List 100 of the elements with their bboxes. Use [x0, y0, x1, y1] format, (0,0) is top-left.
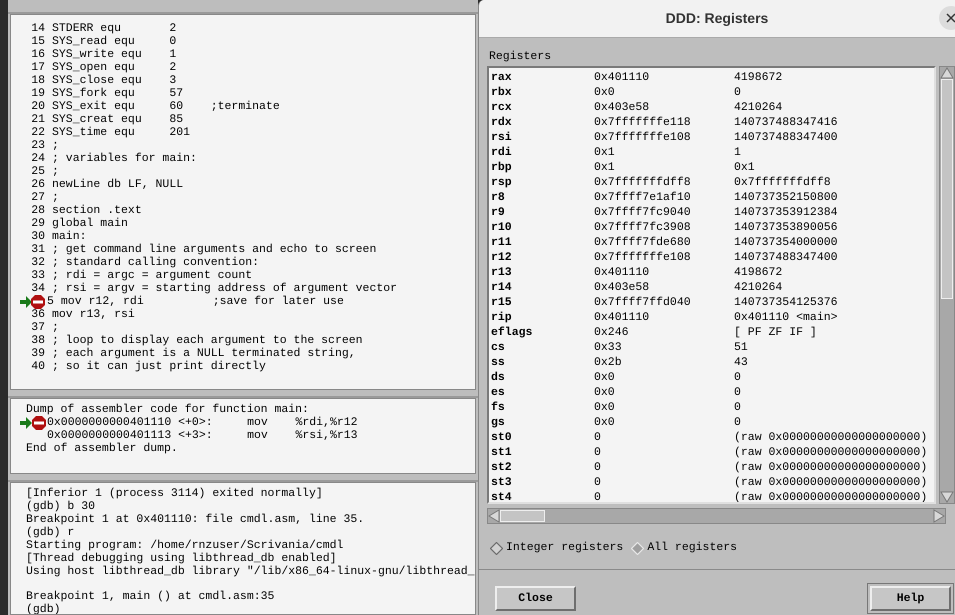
code-line: ; standard calling convention: — [52, 256, 260, 269]
vertical-scrollbar[interactable] — [939, 66, 955, 504]
register-natural-value: 140737352150800 — [734, 190, 838, 205]
code-line: ; rsi = argv = starting address of argument vector — [52, 282, 398, 295]
line-number: 24 — [31, 152, 45, 165]
register-row[interactable]: r10 0x7ffff7fc3908 140737353890056 — [489, 220, 934, 235]
register-row[interactable]: r12 0x7fffffffe108 140737488347400 — [489, 250, 934, 265]
register-row[interactable]: r9 0x7ffff7fc9040 140737353912384 — [489, 205, 934, 220]
register-row[interactable]: st0 0 (raw 0x00000000000000000000) — [489, 430, 934, 445]
register-row[interactable]: rcx 0x403e58 4210264 — [489, 100, 934, 115]
register-raw-value: 0x403e58 — [594, 280, 650, 295]
register-row[interactable]: rip 0x401110 0x401110 <main> — [489, 310, 934, 325]
register-natural-value: 0 — [734, 370, 741, 385]
line-number: 37 — [31, 321, 45, 334]
register-raw-value: 0x1 — [594, 160, 616, 175]
register-row[interactable]: r14 0x403e58 4210264 — [489, 280, 934, 295]
register-natural-value: 140737488347416 — [734, 115, 838, 130]
register-natural-value: (raw 0x00000000000000000000) — [734, 460, 928, 475]
horizontal-scrollbar[interactable] — [487, 508, 946, 524]
line-number: 30 — [31, 230, 45, 243]
register-row[interactable]: st3 0 (raw 0x00000000000000000000) — [489, 475, 934, 490]
dump-text: Dump of assembler code for function main: — [26, 403, 309, 416]
code-line: ; rdi = argc = argument count — [52, 269, 252, 282]
line-number: 23 — [31, 139, 45, 152]
register-natural-value: 140737353890056 — [734, 220, 838, 235]
register-raw-value: 0 — [594, 445, 602, 460]
register-name: r13 — [490, 265, 513, 280]
code-line: main: — [52, 230, 87, 243]
line-number: 29 — [31, 217, 45, 230]
register-row[interactable]: gs 0x0 0 — [489, 415, 934, 430]
code-line: SYS_write equ 1 — [52, 48, 176, 61]
window-title[interactable]: DDD: Registers — [666, 8, 768, 29]
register-row[interactable]: es 0x0 0 — [489, 385, 934, 400]
register-row[interactable]: rbp 0x1 0x1 — [489, 160, 934, 175]
register-raw-value: 0x0 — [594, 85, 616, 100]
line-number: 22 — [31, 126, 45, 139]
register-natural-value: [ PF ZF IF ] — [734, 325, 817, 340]
register-natural-value: 43 — [734, 355, 748, 370]
register-row[interactable]: st1 0 (raw 0x00000000000000000000) — [489, 445, 934, 460]
register-natural-value: 140737354125376 — [734, 295, 838, 310]
register-natural-value: 51 — [734, 340, 748, 355]
register-raw-value: 0x401110 — [594, 310, 650, 325]
line-number: 5 — [47, 295, 54, 308]
register-row[interactable]: rbx 0x0 0 — [489, 85, 934, 100]
register-row[interactable]: eflags 0x246 [ PF ZF IF ] — [489, 325, 934, 340]
register-name: rdx — [490, 115, 513, 130]
code-line: ; so it can just print directly — [52, 360, 266, 373]
scroll-thumb[interactable] — [941, 79, 953, 299]
code-line: newLine db LF, NULL — [52, 178, 184, 191]
code-line: SYS_time equ 201 — [52, 126, 190, 139]
scroll-thumb[interactable] — [500, 510, 545, 522]
register-name: st4 — [490, 490, 513, 502]
register-row[interactable]: rsp 0x7fffffffdff8 0x7fffffffdff8 — [489, 175, 934, 190]
dialog-button[interactable]: Close — [495, 586, 576, 611]
register-name: rax — [490, 70, 513, 85]
register-radio[interactable]: Integer registers — [490, 539, 624, 557]
register-name: rdi — [490, 145, 513, 160]
register-name: r9 — [490, 205, 506, 220]
register-natural-value: 140737354000000 — [734, 235, 838, 250]
register-row[interactable]: st2 0 (raw 0x00000000000000000000) — [489, 460, 934, 475]
register-row[interactable]: rdx 0x7fffffffe118 140737488347416 — [489, 115, 934, 130]
line-number: 21 — [31, 113, 45, 126]
scroll-right-icon[interactable] — [933, 509, 945, 523]
line-number: 28 — [31, 204, 45, 217]
code-line: mov r12, rdi ;save for later use — [60, 295, 344, 308]
register-row[interactable]: ds 0x0 0 — [489, 370, 934, 385]
register-row[interactable]: fs 0x0 0 — [489, 400, 934, 415]
register-natural-value: 0x401110 <main> — [734, 310, 838, 325]
register-name: r8 — [490, 190, 506, 205]
console-line: [Thread debugging using libthread_db enabled] — [26, 552, 337, 565]
register-name: gs — [490, 415, 506, 430]
register-raw-value: 0x401110 — [594, 70, 650, 85]
register-name: r15 — [490, 295, 513, 310]
register-row[interactable]: rsi 0x7fffffffe108 140737488347400 — [489, 130, 934, 145]
register-row[interactable]: cs 0x33 51 — [489, 340, 934, 355]
register-row[interactable]: rax 0x401110 4198672 — [489, 70, 934, 85]
register-row[interactable]: r13 0x401110 4198672 — [489, 265, 934, 280]
register-name: rip — [490, 310, 513, 325]
line-number: 26 — [31, 178, 45, 191]
register-radio[interactable]: All registers — [631, 539, 738, 557]
line-number: 16 — [31, 48, 45, 61]
line-number: 19 — [31, 87, 45, 100]
register-row[interactable]: r8 0x7ffff7e1af10 140737352150800 — [489, 190, 934, 205]
scroll-down-icon[interactable] — [940, 491, 954, 503]
register-natural-value: 0 — [734, 85, 741, 100]
register-natural-value: 4198672 — [734, 70, 782, 85]
code-line: SYS_exit equ 60 ;terminate — [52, 100, 280, 113]
register-name: rbx — [490, 85, 513, 100]
register-natural-value: (raw 0x00000000000000000000) — [734, 430, 928, 445]
dialog-button[interactable]: Help — [870, 586, 951, 611]
console-line: [Inferior 1 (process 3114) exited normally] — [26, 487, 323, 500]
line-number: 18 — [31, 74, 45, 87]
register-row[interactable]: r11 0x7ffff7fde680 140737354000000 — [489, 235, 934, 250]
register-row[interactable]: r15 0x7ffff7ffd040 140737354125376 — [489, 295, 934, 310]
register-row[interactable]: ss 0x2b 43 — [489, 355, 934, 370]
register-natural-value: 0x1 — [734, 160, 755, 175]
register-raw-value: 0x1 — [594, 145, 616, 160]
console-line: (gdb) r — [26, 526, 74, 539]
register-row[interactable]: rdi 0x1 1 — [489, 145, 934, 160]
instruction-line: 0x0000000000401113 <+3>: mov %rsi,%r13 — [47, 429, 358, 442]
